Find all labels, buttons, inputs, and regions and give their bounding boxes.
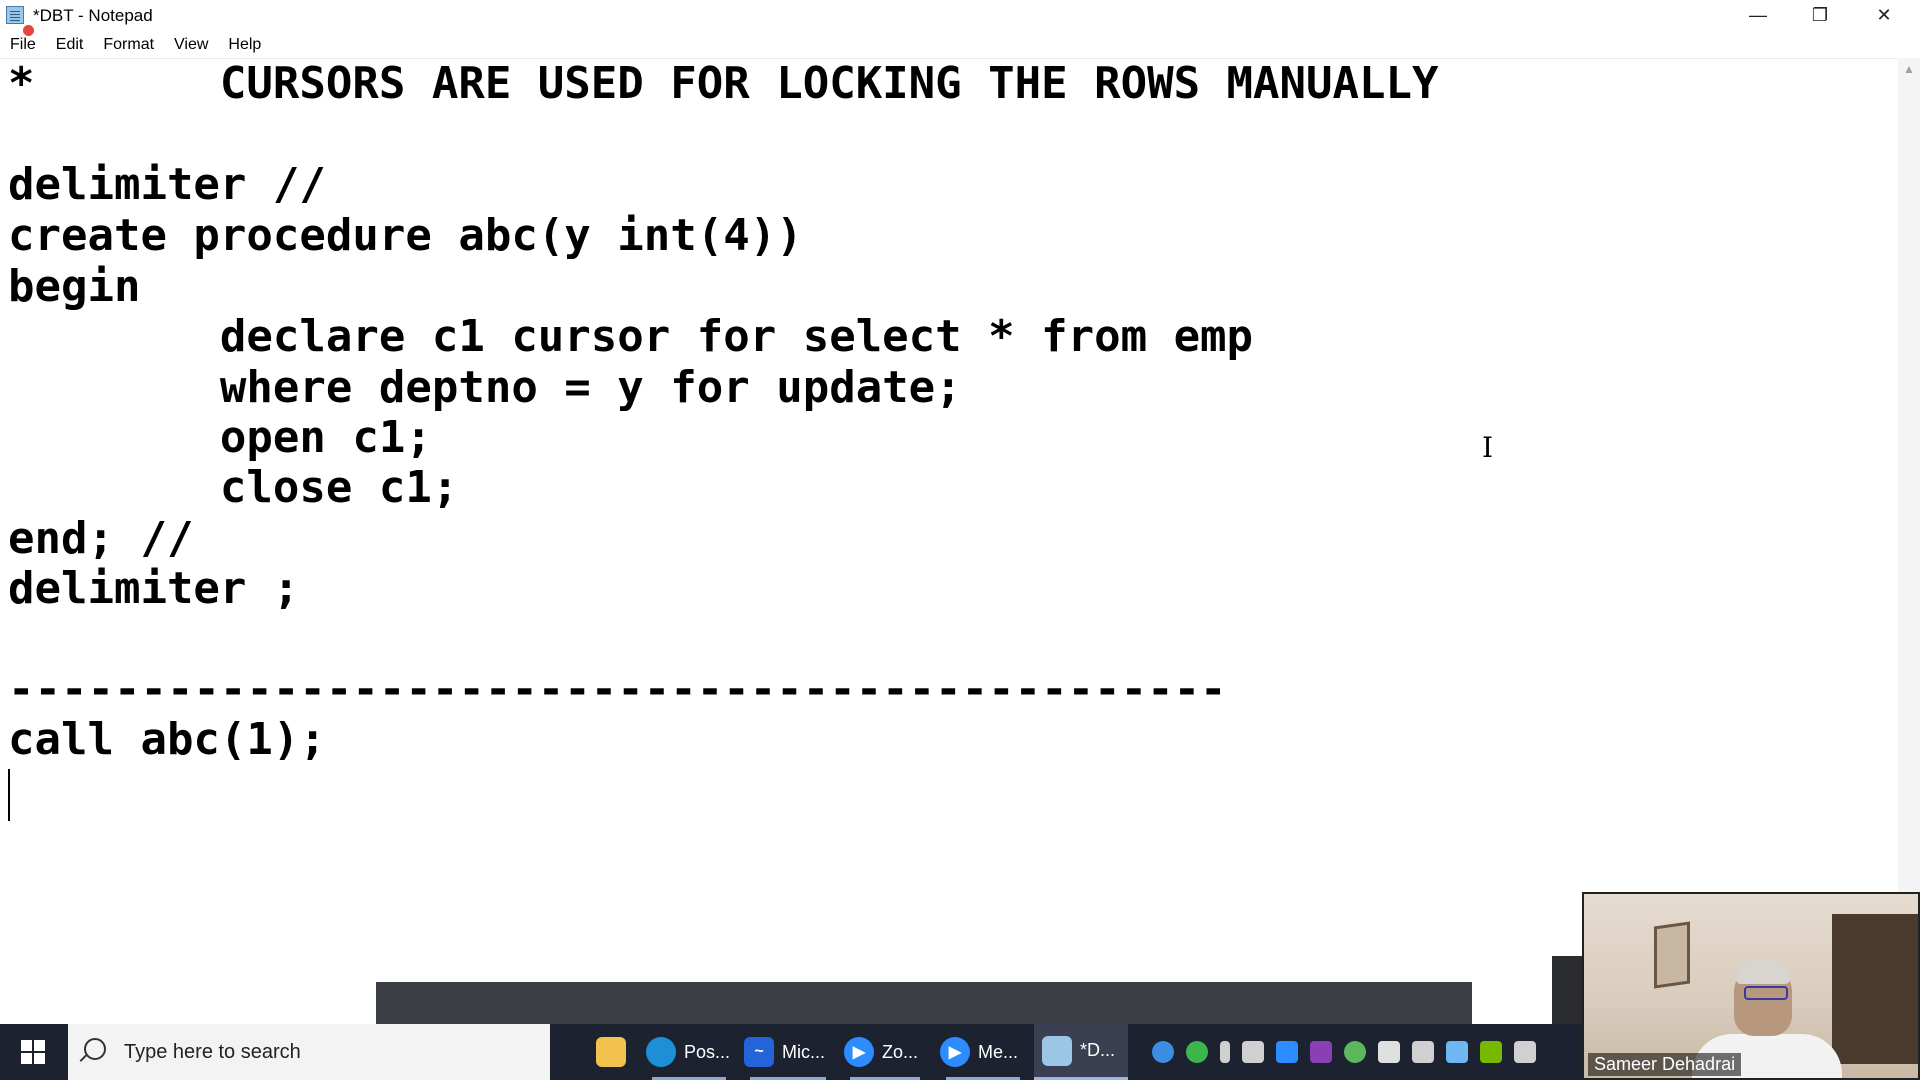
minimize-button[interactable]: — xyxy=(1728,0,1788,30)
text-caret xyxy=(8,769,10,821)
restore-button[interactable]: ❐ xyxy=(1790,0,1850,30)
taskbar-app-meeting[interactable]: ▶ Me... xyxy=(940,1024,1026,1080)
snowflake-icon[interactable] xyxy=(1446,1041,1468,1063)
search-icon xyxy=(84,1038,106,1060)
taskbar-app-label: Zo... xyxy=(882,1041,919,1062)
taskbar-search[interactable]: Type here to search xyxy=(68,1024,550,1080)
zoom-icon: ▶ xyxy=(844,1037,874,1067)
editor-line: create procedure abc(y int(4)) xyxy=(8,210,803,261)
menu-bar: File Edit Format View Help xyxy=(0,32,271,58)
editor-line: end; // xyxy=(8,513,194,564)
editor-line: open c1; xyxy=(8,412,432,463)
zoom-meeting-icon: ▶ xyxy=(940,1037,970,1067)
screen-share-bar-edge xyxy=(1552,956,1582,1024)
nvidia-icon[interactable] xyxy=(1480,1041,1502,1063)
utorrent-icon[interactable] xyxy=(1344,1041,1366,1063)
editor-line: ----------------------------------------… xyxy=(8,664,1227,715)
menu-format[interactable]: Format xyxy=(93,32,164,58)
taskbar-file-explorer[interactable] xyxy=(588,1024,634,1080)
system-tray xyxy=(1146,1024,1542,1080)
window-title: *DBT - Notepad xyxy=(33,6,153,25)
editor-line: declare c1 cursor for select * from emp xyxy=(8,311,1254,362)
help-icon[interactable] xyxy=(1152,1041,1174,1063)
text-editor[interactable]: * CURSORS ARE USED FOR LOCKING THE ROWS … xyxy=(0,58,1898,1025)
taskbar-app-notepad[interactable]: *D... xyxy=(1034,1024,1128,1080)
taskbar-app-pos[interactable]: Pos... xyxy=(646,1024,732,1080)
close-button[interactable]: ✕ xyxy=(1854,0,1914,30)
file-explorer-icon xyxy=(596,1037,626,1067)
taskbar-app-label: Me... xyxy=(978,1041,1019,1062)
taskbar-app-label: *D... xyxy=(1080,1040,1116,1060)
usb-icon[interactable] xyxy=(1242,1041,1264,1063)
security-icon[interactable] xyxy=(1378,1041,1400,1063)
taskbar-app-label: Pos... xyxy=(684,1041,731,1062)
editor-line: delimiter // xyxy=(8,159,326,210)
onenote-icon[interactable] xyxy=(1310,1041,1332,1063)
windows-logo-icon xyxy=(21,1040,45,1064)
notepad-icon xyxy=(6,4,35,37)
taskbar-app-label: Mic... xyxy=(782,1041,825,1062)
whiteboard-icon: ~ xyxy=(744,1037,774,1067)
wifi-icon[interactable] xyxy=(1412,1041,1434,1063)
webcam-video: Sameer Dehadrai xyxy=(1582,892,1920,1080)
tablet-icon[interactable] xyxy=(1514,1041,1536,1063)
vertical-scrollbar[interactable]: ▲ xyxy=(1898,58,1920,1024)
screen-share-bar xyxy=(376,982,1472,1024)
menu-view[interactable]: View xyxy=(164,32,218,58)
notepad-icon xyxy=(1042,1035,1072,1066)
scroll-up-icon[interactable]: ▲ xyxy=(1903,62,1915,76)
start-button[interactable] xyxy=(0,1024,66,1080)
taskbar-app-mic[interactable]: ~ Mic... xyxy=(744,1024,832,1080)
editor-line: where deptno = y for update; xyxy=(8,362,962,413)
search-placeholder: Type here to search xyxy=(124,1041,301,1063)
editor-line: close c1; xyxy=(8,462,459,513)
taskbar-app-zoom[interactable]: ▶ Zo... xyxy=(844,1024,926,1080)
wall-frame xyxy=(1654,921,1690,989)
ibeam-cursor-icon: I xyxy=(1482,431,1494,464)
editor-line: * CURSORS ARE USED FOR LOCKING THE ROWS … xyxy=(8,58,1439,109)
zoom-tray-icon[interactable] xyxy=(1276,1041,1298,1063)
menu-edit[interactable]: Edit xyxy=(46,32,94,58)
edge-icon xyxy=(646,1037,676,1067)
editor-line: call abc(1); xyxy=(8,714,326,765)
person-hair xyxy=(1736,960,1790,984)
menu-file[interactable]: File xyxy=(0,32,46,58)
shelf xyxy=(1832,914,1918,1064)
microphone-icon[interactable] xyxy=(1220,1041,1230,1063)
editor-line: begin xyxy=(8,261,141,312)
editor-line: delimiter ; xyxy=(8,563,300,614)
participant-name: Sameer Dehadrai xyxy=(1588,1053,1742,1076)
title-bar: *DBT - Notepad — ❐ ✕ xyxy=(0,0,1920,37)
menu-help[interactable]: Help xyxy=(218,32,271,58)
check-icon[interactable] xyxy=(1186,1041,1208,1063)
glasses xyxy=(1744,986,1788,1000)
